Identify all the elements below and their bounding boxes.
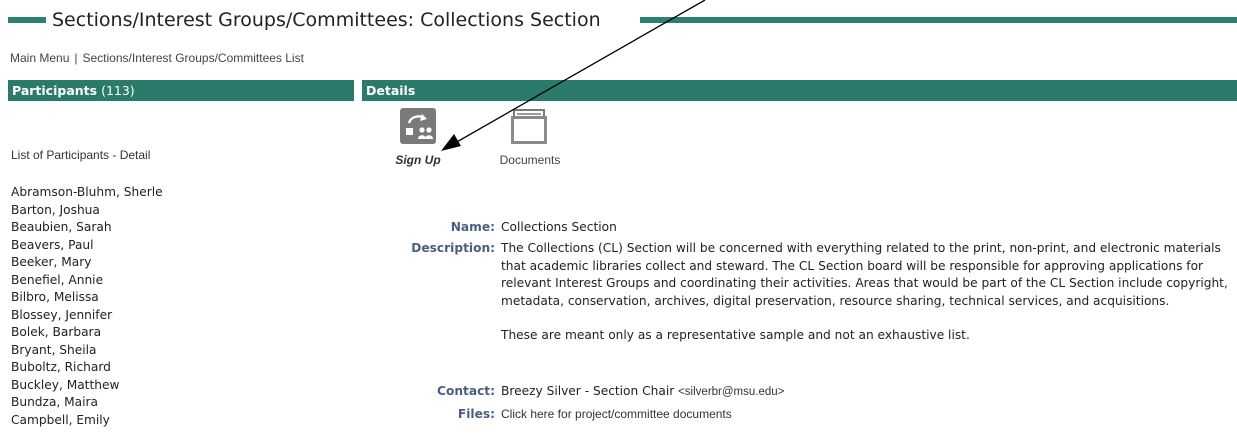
description-paragraph: The Collections (CL) Section will be con… bbox=[501, 241, 1228, 308]
name-label: Name: bbox=[450, 220, 495, 234]
participant-item[interactable]: Benefiel, Annie bbox=[11, 272, 163, 290]
files-label: Files: bbox=[457, 407, 495, 421]
description-note: These are meant only as a representative… bbox=[501, 328, 970, 342]
contact-label: Contact: bbox=[437, 384, 495, 398]
documents-button[interactable]: Documents bbox=[490, 108, 570, 167]
participant-item[interactable]: Bilbro, Melissa bbox=[11, 289, 163, 307]
contact-name: Breezy Silver - Section Chair bbox=[501, 384, 675, 398]
participant-item[interactable]: Campbell, Emily bbox=[11, 412, 163, 430]
contact-email-link[interactable]: <silverbr@msu.edu> bbox=[678, 386, 784, 398]
participants-header-label: Participants bbox=[12, 83, 98, 98]
title-rule-left bbox=[8, 17, 46, 23]
participant-item[interactable]: Bundza, Maira bbox=[11, 394, 163, 412]
participants-detail-link[interactable]: List of Participants - Detail bbox=[11, 148, 150, 162]
title-rule-right bbox=[640, 17, 1237, 23]
participants-header: Participants (113) bbox=[8, 80, 354, 101]
breadcrumb-separator: | bbox=[74, 51, 78, 65]
main-menu-link[interactable]: Main Menu bbox=[10, 51, 69, 65]
participant-item[interactable]: Beeker, Mary bbox=[11, 254, 163, 272]
details-header: Details bbox=[362, 80, 1237, 101]
participant-item[interactable]: Beaubien, Sarah bbox=[11, 219, 163, 237]
participant-item[interactable]: Bolek, Barbara bbox=[11, 324, 163, 342]
name-row: Name: Collections Section bbox=[370, 219, 1237, 240]
sign-up-button[interactable]: Sign Up bbox=[393, 108, 443, 167]
sign-up-icon bbox=[400, 108, 436, 144]
documents-label: Documents bbox=[499, 153, 561, 167]
participant-list: Abramson-Bluhm, Sherle Barton, Joshua Be… bbox=[11, 184, 163, 429]
page-title: Sections/Interest Groups/Committees: Col… bbox=[52, 9, 601, 31]
committees-list-link[interactable]: Sections/Interest Groups/Committees List bbox=[83, 51, 304, 65]
details-header-label: Details bbox=[366, 83, 416, 98]
participant-item[interactable]: Buboltz, Richard bbox=[11, 359, 163, 377]
description-label: Description: bbox=[411, 241, 495, 255]
details-panel: Name: Collections Section Description: T… bbox=[370, 219, 1237, 424]
folder-icon bbox=[511, 108, 548, 144]
participant-item[interactable]: Barton, Joshua bbox=[11, 202, 163, 220]
name-value: Collections Section bbox=[501, 220, 617, 234]
contact-row: Contact: Breezy Silver - Section Chair <… bbox=[370, 383, 1237, 406]
files-row: Files: Click here for project/committee … bbox=[370, 406, 1237, 424]
participant-item[interactable]: Beavers, Paul bbox=[11, 237, 163, 255]
page-title-bar: Sections/Interest Groups/Committees: Col… bbox=[0, 4, 1237, 36]
breadcrumb: Main Menu | Sections/Interest Groups/Commi… bbox=[10, 51, 304, 65]
contact-value: Breezy Silver - Section Chair <silverbr@… bbox=[501, 383, 1237, 402]
participant-item[interactable]: Blossey, Jennifer bbox=[11, 307, 163, 325]
participant-item[interactable]: Bryant, Sheila bbox=[11, 342, 163, 360]
files-link[interactable]: Click here for project/committee documen… bbox=[501, 407, 732, 421]
description-value: The Collections (CL) Section will be con… bbox=[501, 240, 1237, 345]
description-row: Description: The Collections (CL) Sectio… bbox=[370, 240, 1237, 383]
files-value: Click here for project/committee documen… bbox=[501, 406, 1237, 424]
participant-item[interactable]: Buckley, Matthew bbox=[11, 377, 163, 395]
sign-up-label: Sign Up bbox=[395, 153, 441, 167]
participant-item[interactable]: Abramson-Bluhm, Sherle bbox=[11, 184, 163, 202]
participants-count: (113) bbox=[101, 83, 135, 98]
